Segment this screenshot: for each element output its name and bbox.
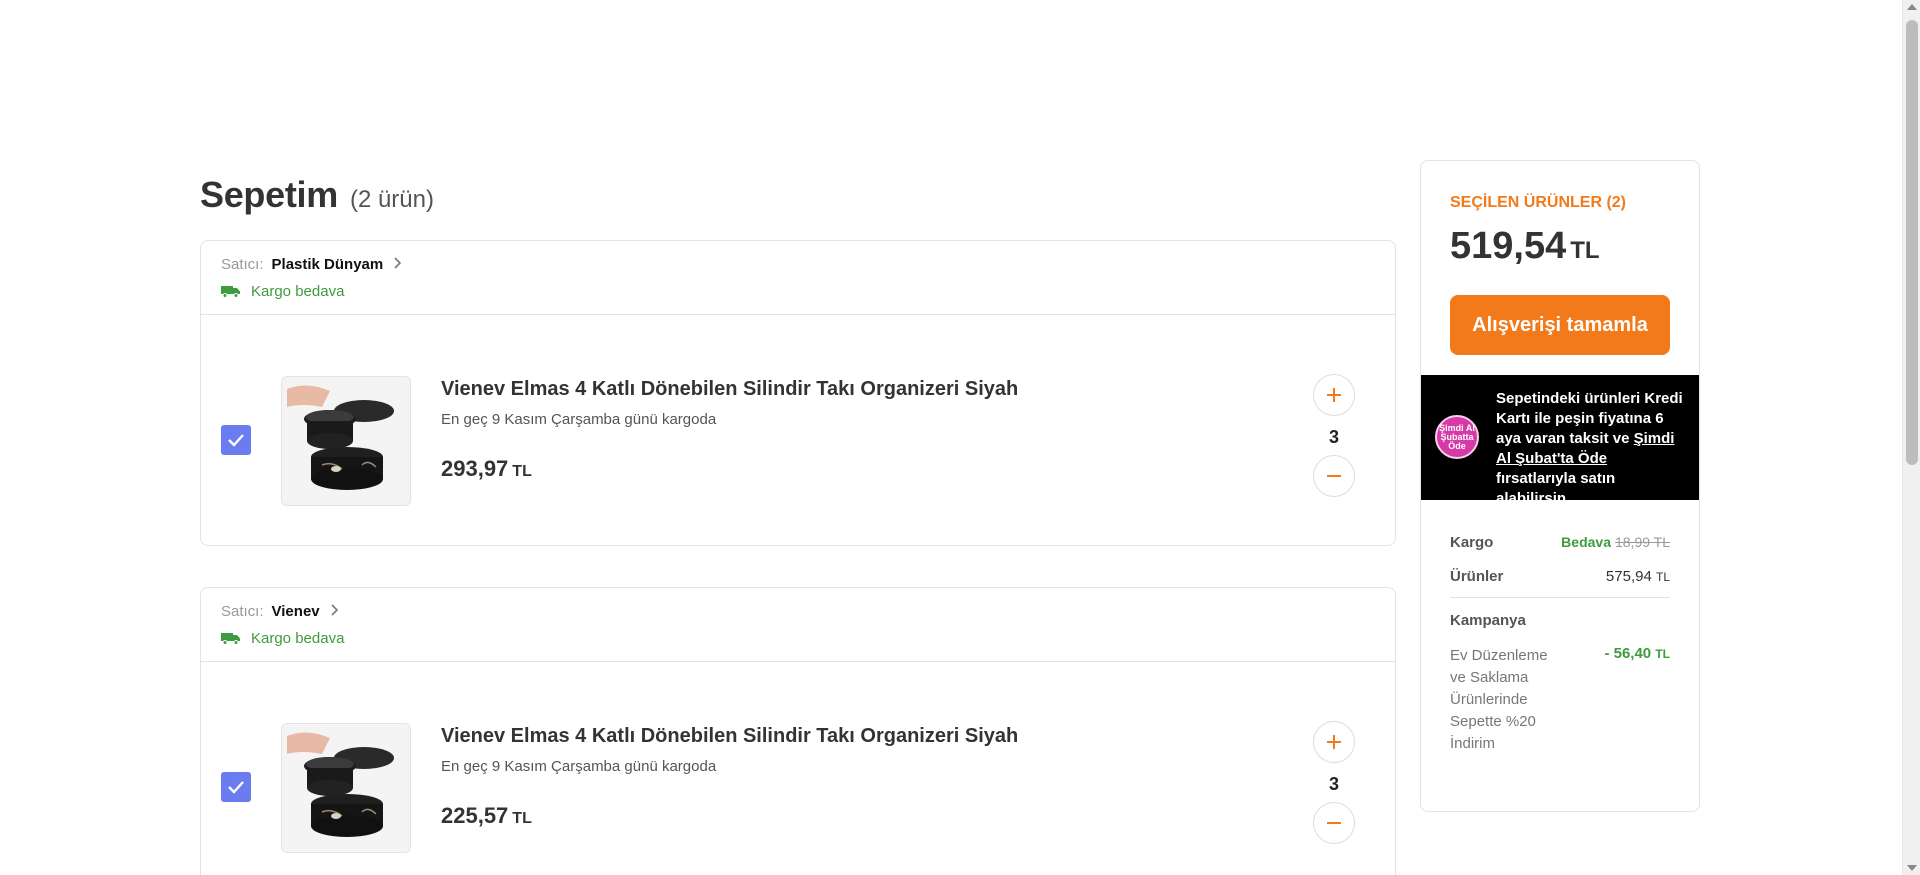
cart-item: Vienev Elmas 4 Katlı Dönebilen Silindir … [201,662,1395,875]
products-row: Ürünler 575,94 TL [1450,565,1670,587]
campaign-description: Ev Düzenleme ve Saklama Ürünlerinde Sepe… [1450,647,1548,752]
seller-header: Satıcı: Vienev Kargo bedava [201,588,1395,662]
scroll-up-icon[interactable] [1907,4,1917,10]
check-icon [228,434,244,447]
checkout-button[interactable]: Alışverişi tamamla [1450,295,1670,355]
product-image[interactable] [281,723,411,853]
shipping-text: Kargo bedava [251,630,345,647]
item-checkbox[interactable] [221,772,251,802]
product-price: 225,57 TL [441,803,532,829]
increase-quantity-button[interactable] [1313,721,1355,763]
increase-quantity-button[interactable] [1313,374,1355,416]
cart-heading: Sepetim (2 ürün) [200,174,434,216]
shipping-free: Bedava [1561,534,1611,550]
seller-name[interactable]: Vienev [272,603,320,620]
price-currency: TL [512,463,532,480]
minus-icon [1327,822,1341,824]
seller-name[interactable]: Plastik Dünyam [272,256,384,273]
chevron-right-icon [330,603,338,619]
delivery-info: En geç 9 Kasım Çarşamba günü kargoda [441,758,717,775]
seller-label: Satıcı: [221,602,264,620]
product-title[interactable]: Vienev Elmas 4 Katlı Dönebilen Silindir … [441,378,1018,401]
seller-label: Satıcı: [221,255,264,273]
promo-text: Sepetindeki ürünleri Kredi Kartı ile peş… [1496,390,1683,507]
product-price: 293,97 TL [441,456,532,482]
order-summary: SEÇİLEN ÜRÜNLER (2) 519,54 TL Alışverişi … [1420,160,1700,812]
page-title: Sepetim [200,174,338,215]
cart-item: Vienev Elmas 4 Katlı Dönebilen Silindir … [201,315,1395,545]
plus-icon [1327,388,1341,402]
seller-card: Satıcı: Vienev Kargo bedava Vienev Elmas… [200,587,1396,875]
scrollbar-thumb[interactable] [1906,20,1918,465]
product-title[interactable]: Vienev Elmas 4 Katlı Dönebilen Silindir … [441,725,1018,748]
total-value: 519,54 [1450,225,1567,267]
item-checkbox[interactable] [221,425,251,455]
truck-icon [221,632,241,645]
seller-link[interactable]: Satıcı: Vienev [221,600,1375,622]
shipping-text: Kargo bedava [251,283,345,300]
minus-icon [1327,475,1341,477]
products-label: Ürünler [1450,567,1504,585]
campaign-discount: - 56,40 TL [1604,645,1670,662]
quantity-value: 3 [1328,774,1339,794]
products-value: 575,94 TL [1605,567,1670,585]
simdi-al-subatta-ode-logo: Şimdi Al Şubatta Öde [1435,415,1479,459]
chevron-right-icon [393,256,402,272]
price-value: 225,57 [441,803,509,828]
total-price: 519,54 TL [1450,225,1600,268]
cart-page: Sepetim (2 ürün) Satıcı: Plastik Dünyam … [0,0,1920,875]
item-count: (2 ürün) [349,186,434,213]
quantity-value: 3 [1328,427,1339,447]
free-shipping: Kargo bedava [221,630,1375,647]
check-icon [228,781,244,794]
scroll-down-icon[interactable] [1907,865,1917,871]
divider [1450,597,1670,598]
seller-header: Satıcı: Plastik Dünyam Kargo bedava [201,241,1395,315]
shipping-old-price: 18,99 TL [1614,534,1670,550]
price-currency: TL [512,810,532,827]
campaign-label: Kampanya [1450,612,1526,629]
shipping-label: Kargo [1450,533,1494,551]
vertical-scrollbar[interactable] [1902,0,1920,875]
installment-promo-banner[interactable]: Şimdi Al Şubatta Öde Sepetindeki ürünler… [1421,375,1699,507]
seller-link[interactable]: Satıcı: Plastik Dünyam [221,253,1375,275]
decrease-quantity-button[interactable] [1313,455,1355,497]
delivery-info: En geç 9 Kasım Çarşamba günü kargoda [441,411,717,428]
shipping-row: Kargo Bedava 18,99 TL [1450,531,1670,553]
free-shipping: Kargo bedava [221,283,1375,300]
product-image[interactable] [281,376,411,506]
campaign-row: Ev Düzenleme ve Saklama Ürünlerinde Sepe… [1450,645,1670,755]
seller-card: Satıcı: Plastik Dünyam Kargo bedava Vien… [200,240,1396,546]
decrease-quantity-button[interactable] [1313,802,1355,844]
shipping-value: Bedava 18,99 TL [1561,534,1670,550]
selected-items-label: SEÇİLEN ÜRÜNLER (2) [1450,194,1627,211]
plus-icon [1327,735,1341,749]
truck-icon [221,285,241,298]
total-currency: TL [1570,237,1600,264]
price-breakdown: Kargo Bedava 18,99 TL Ürünler 575,94 TL K… [1450,531,1670,755]
price-value: 293,97 [441,456,509,481]
